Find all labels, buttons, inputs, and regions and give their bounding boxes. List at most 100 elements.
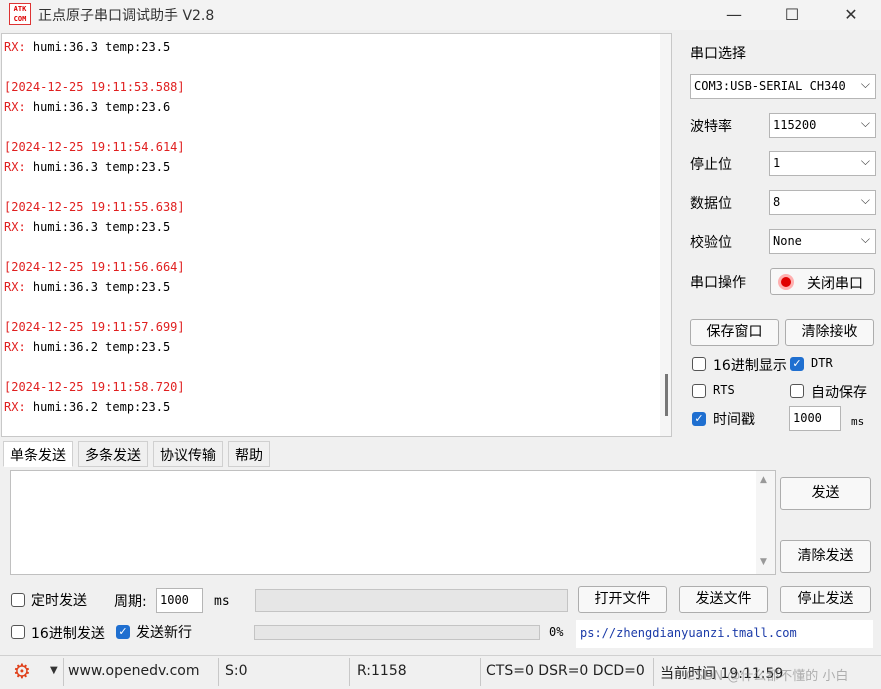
receive-line: [2024-12-25 19:11:53.588] — [4, 77, 185, 97]
tab-protocol[interactable]: 协议传输 — [153, 441, 223, 467]
hex-send-checkbox[interactable] — [11, 625, 25, 639]
rx-data-text: humi:36.3 temp:23.6 — [25, 100, 171, 114]
caret-down-icon[interactable]: ▼ — [50, 665, 58, 676]
receive-line: RX: humi:36.3 temp:23.5 — [4, 157, 185, 177]
send-newline-label: 发送新行 — [136, 625, 192, 641]
window-title: 正点原子串口调试助手 V2.8 — [38, 8, 215, 24]
dtr-label: DTR — [811, 356, 833, 370]
rts-checkbox[interactable] — [692, 384, 706, 398]
line-signals: CTS=0 DSR=0 DCD=0 — [486, 663, 645, 679]
maximize-button[interactable]: ☐ — [769, 0, 815, 30]
timestamp-text: [2024-12-25 19:11:56.664] — [4, 260, 185, 274]
receive-line: [2024-12-25 19:11:54.614] — [4, 137, 185, 157]
send-progress-bar — [254, 625, 540, 640]
send-file-button[interactable]: 发送文件 — [679, 586, 768, 613]
receive-line — [4, 297, 185, 317]
website-link[interactable]: www.openedv.com — [68, 663, 200, 679]
rx-prefix: RX: — [4, 400, 26, 414]
send-progress-text: 0% — [549, 625, 564, 639]
status-separator — [349, 658, 350, 686]
status-separator — [218, 658, 219, 686]
chevron-down-icon: ⌵ — [860, 77, 870, 91]
autosave-checkbox[interactable] — [790, 384, 804, 398]
port-select-combo[interactable]: COM3:USB-SERIAL CH340 ⌵ — [690, 74, 876, 99]
send-newline-checkbox[interactable]: ✓ — [116, 625, 130, 639]
port-value: COM3:USB-SERIAL CH340 — [694, 79, 846, 93]
port-operation-label: 串口操作 — [690, 275, 746, 291]
receive-line: [2024-12-25 19:11:57.699] — [4, 317, 185, 337]
send-input[interactable] — [10, 470, 776, 575]
tab-multi-send[interactable]: 多条发送 — [78, 441, 148, 467]
receive-line: [2024-12-25 19:11:56.664] — [4, 257, 185, 277]
receive-display[interactable]: RX: humi:36.3 temp:23.5 [2024-12-25 19:11… — [1, 33, 672, 437]
rx-data-text: humi:36.3 temp:23.5 — [25, 160, 171, 174]
receive-line: [2024-12-25 19:11:55.638] — [4, 197, 185, 217]
receive-line: RX: humi:36.2 temp:23.5 — [4, 397, 185, 417]
file-path-field[interactable] — [255, 589, 568, 612]
chevron-down-icon: ⌵ — [860, 154, 870, 168]
timestamp-text: [2024-12-25 19:11:57.699] — [4, 320, 185, 334]
timestamp-text: [2024-12-25 19:11:53.588] — [4, 80, 185, 94]
databits-label: 数据位 — [690, 196, 732, 212]
receive-line: RX: humi:36.3 temp:23.5 — [4, 217, 185, 237]
receive-line: RX: humi:36.3 temp:23.5 — [4, 277, 185, 297]
timestamp-label: 时间戳 — [713, 412, 755, 428]
receive-line — [4, 237, 185, 257]
watermark: CSDN @什么都不懂的 小白 — [686, 669, 849, 684]
parity-combo[interactable]: None ⌵ — [769, 229, 876, 254]
rts-label: RTS — [713, 383, 735, 397]
chevron-down-icon: ⌵ — [860, 193, 870, 207]
receive-line — [4, 177, 185, 197]
scroll-up-icon[interactable]: ▲ — [760, 475, 767, 485]
app-logo-icon: ATK COM — [9, 3, 31, 25]
hex-send-label: 16进制发送 — [31, 626, 105, 642]
scroll-down-icon[interactable]: ▼ — [760, 557, 767, 567]
baud-label: 波特率 — [690, 119, 732, 135]
stopbits-label: 停止位 — [690, 157, 732, 173]
receive-line: RX: humi:36.3 temp:23.5 — [4, 37, 185, 57]
receive-line — [4, 117, 185, 137]
open-file-button[interactable]: 打开文件 — [578, 586, 667, 613]
stopbits-combo[interactable]: 1 ⌵ — [769, 151, 876, 176]
status-separator — [480, 658, 481, 686]
clear-receive-button[interactable]: 清除接收 — [785, 319, 874, 346]
period-input[interactable]: 1000 — [156, 588, 203, 613]
timestamp-interval-input[interactable]: 1000 — [789, 406, 841, 431]
databits-combo[interactable]: 8 ⌵ — [769, 190, 876, 215]
save-window-button[interactable]: 保存窗口 — [690, 319, 779, 346]
timed-send-label: 定时发送 — [31, 593, 87, 609]
receive-scrollbar-thumb[interactable] — [665, 374, 668, 416]
timestamp-checkbox[interactable]: ✓ — [692, 412, 706, 426]
port-status-icon — [778, 274, 794, 290]
timed-send-checkbox[interactable] — [11, 593, 25, 607]
baud-value: 115200 — [773, 118, 817, 132]
close-port-button[interactable]: 关闭串口 — [770, 268, 875, 295]
tab-single-send[interactable]: 单条发送 — [3, 441, 73, 467]
receive-line: RX: humi:36.2 temp:23.5 — [4, 337, 185, 357]
gear-icon[interactable]: ⚙ — [13, 660, 31, 682]
autosave-label: 自动保存 — [811, 385, 867, 401]
rx-data-text: humi:36.3 temp:23.5 — [25, 220, 171, 234]
store-link[interactable]: ps://zhengdianyuanzi.tmall.com — [576, 620, 873, 648]
rx-data-text: humi:36.3 temp:23.5 — [25, 40, 171, 54]
close-window-button[interactable]: ✕ — [828, 0, 874, 30]
parity-value: None — [773, 234, 802, 248]
hex-display-checkbox[interactable] — [692, 357, 706, 371]
rx-data-text: humi:36.2 temp:23.5 — [25, 340, 171, 354]
rx-data-text: humi:36.3 temp:23.5 — [25, 280, 171, 294]
dtr-checkbox[interactable]: ✓ — [790, 357, 804, 371]
send-scrollbar[interactable]: ▲ ▼ — [756, 471, 775, 574]
rx-prefix: RX: — [4, 220, 26, 234]
send-count: S:0 — [225, 663, 248, 679]
hex-display-label: 16进制显示 — [713, 358, 787, 374]
baud-rate-combo[interactable]: 115200 ⌵ — [769, 113, 876, 138]
tab-help[interactable]: 帮助 — [228, 441, 270, 467]
timestamp-text: [2024-12-25 19:11:55.638] — [4, 200, 185, 214]
minimize-button[interactable]: — — [711, 0, 757, 30]
rx-data-text: humi:36.2 temp:23.5 — [25, 400, 171, 414]
send-button[interactable]: 发送 — [780, 477, 871, 510]
receive-count: R:1158 — [357, 663, 407, 679]
clear-send-button[interactable]: 清除发送 — [780, 540, 871, 573]
rx-prefix: RX: — [4, 100, 26, 114]
stop-send-button[interactable]: 停止发送 — [780, 586, 871, 613]
